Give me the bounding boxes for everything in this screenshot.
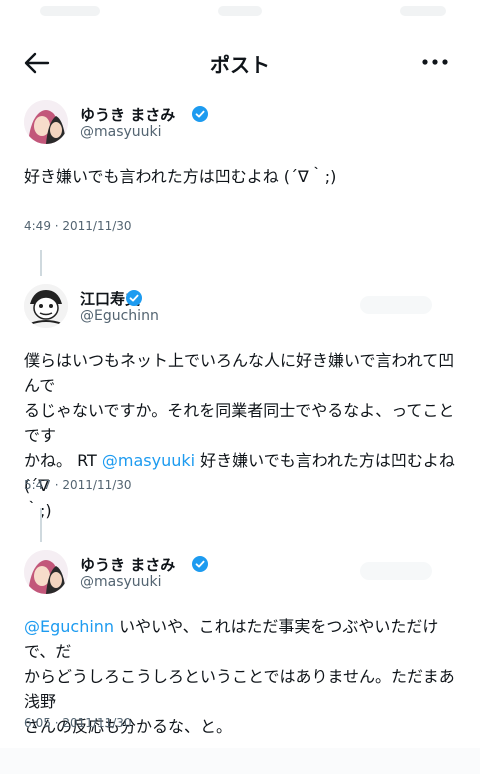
post-text-line: かね。 RT — [24, 451, 102, 470]
author-handle[interactable]: @masyuuki — [80, 124, 162, 140]
post-text: 僕らはいつもネット上でいろんな人に好き嫌いで言われて凹んで るじゃないですか。そ… — [24, 348, 460, 523]
avatar[interactable] — [24, 550, 68, 594]
thread-connector — [40, 250, 42, 276]
top-nav-bar: ポスト — [0, 36, 480, 88]
post-text: 好き嫌いでも言われた方は凹むよね (´∇｀;) — [24, 167, 337, 186]
avatar[interactable] — [24, 284, 68, 328]
post-text-line: るじゃないですか。それを同業者同士でやるなよ、ってことです — [24, 401, 455, 445]
thread-connector — [40, 508, 42, 542]
avatar[interactable] — [24, 100, 68, 144]
author-name[interactable]: ゆうき まさみ — [80, 554, 175, 575]
verified-badge-icon — [126, 290, 142, 306]
verified-badge-icon — [192, 106, 208, 122]
page-title: ポスト — [210, 53, 270, 77]
author-handle[interactable]: @masyuuki — [80, 574, 162, 590]
author-handle[interactable]: @Eguchinn — [80, 308, 159, 324]
post-timestamp[interactable]: 6:05 · 2011/11/30 — [24, 716, 132, 730]
mention-link[interactable]: @Eguchinn — [24, 617, 114, 636]
verified-badge-icon — [192, 556, 208, 572]
post-timestamp[interactable]: 4:49 · 2011/11/30 — [24, 219, 132, 233]
faint-follow-button — [360, 562, 432, 580]
mention-link[interactable]: @masyuuki — [102, 451, 195, 470]
post-timestamp[interactable]: 5:47 · 2011/11/30 — [24, 478, 132, 492]
faint-follow-button — [360, 296, 432, 314]
author-name[interactable]: ゆうき まさみ — [80, 104, 175, 125]
bottom-bar — [0, 748, 480, 774]
post-text-line: ｀;) — [24, 501, 52, 520]
more-horizontal-icon[interactable] — [418, 50, 452, 74]
status-bar — [0, 0, 480, 26]
post-text-line: 僕らはいつもネット上でいろんな人に好き嫌いで言われて凹んで — [24, 351, 455, 395]
post-text-line: からどうしろこうしろということではありません。ただまあ浅野 — [24, 667, 455, 711]
